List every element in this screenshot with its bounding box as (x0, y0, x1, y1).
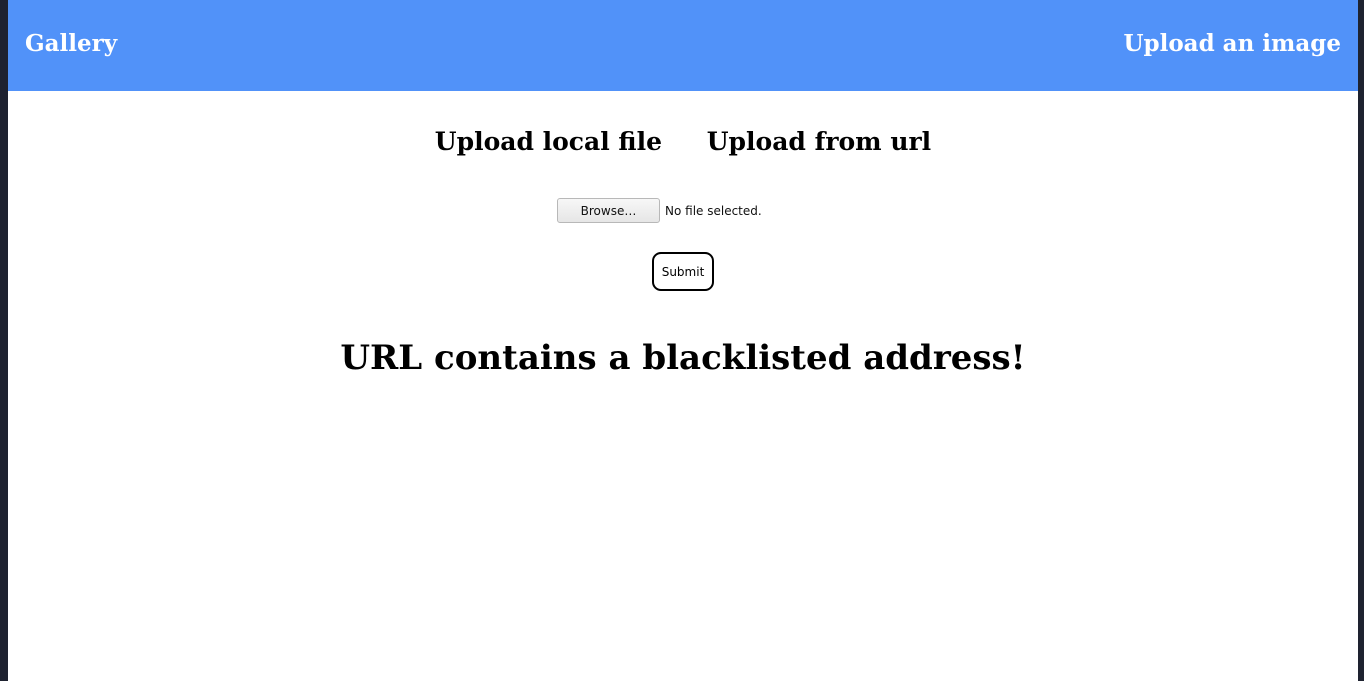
file-status-text: No file selected. (665, 203, 762, 218)
upload-tabs: Upload local file Upload from url (8, 126, 1358, 158)
submit-button[interactable]: Submit (652, 252, 714, 291)
file-input: Browse… No file selected. (557, 198, 762, 223)
error-message: URL contains a blacklisted address! (340, 338, 1026, 378)
navbar: Gallery Upload an image (8, 0, 1358, 91)
browse-button[interactable]: Browse… (557, 198, 660, 223)
page: Gallery Upload an image Upload local fil… (8, 0, 1358, 681)
tab-upload-local-file[interactable]: Upload local file (435, 126, 662, 158)
tab-upload-from-url[interactable]: Upload from url (707, 126, 931, 158)
upload-image-link[interactable]: Upload an image (1123, 30, 1341, 58)
gallery-link[interactable]: Gallery (25, 30, 117, 58)
